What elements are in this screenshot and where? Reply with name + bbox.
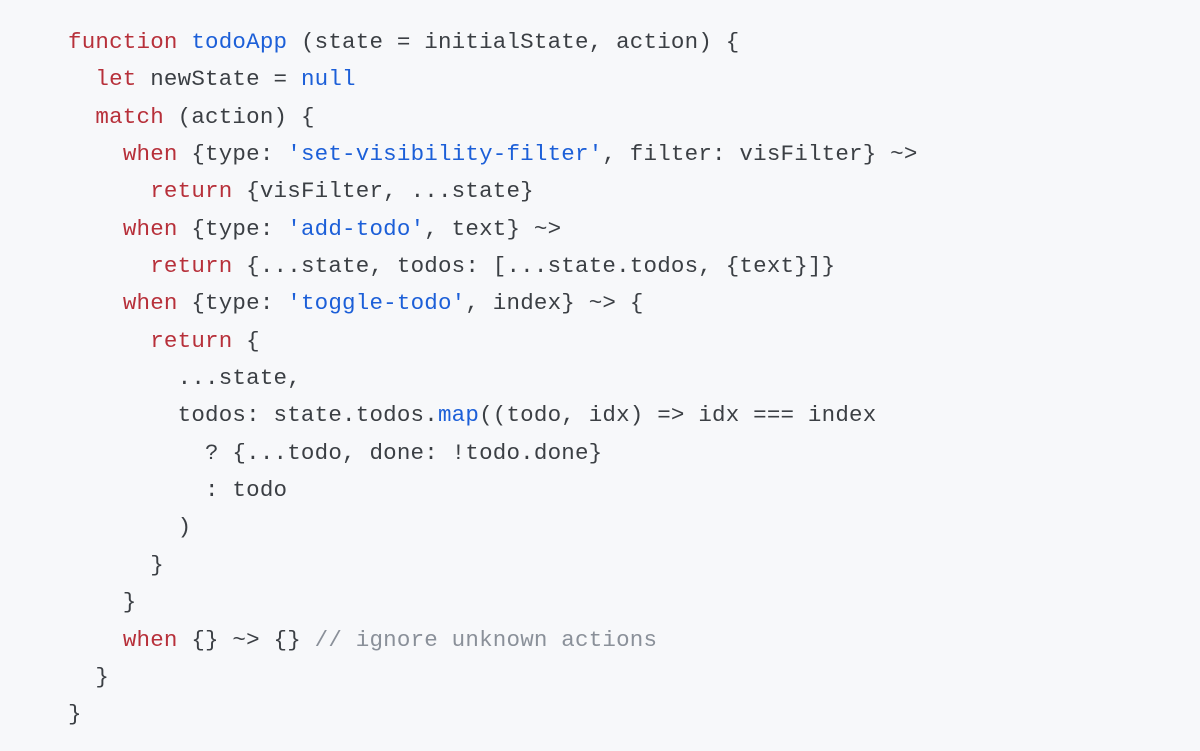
code-block: function todoApp (state = initialState, … <box>0 0 1200 734</box>
code-token: when <box>123 141 178 167</box>
code-line: when {type: 'add-todo', text} ~> <box>68 216 561 242</box>
code-token <box>68 178 150 204</box>
code-token <box>68 290 123 316</box>
code-line: return { <box>68 328 260 354</box>
code-token: { <box>232 328 259 354</box>
code-token <box>68 216 123 242</box>
code-token: {type: <box>178 141 288 167</box>
code-token: (state = initialState, action) { <box>287 29 739 55</box>
code-line: return {visFilter, ...state} <box>68 178 534 204</box>
code-line: } <box>68 664 109 690</box>
code-token: let <box>95 66 136 92</box>
code-token: newState = <box>137 66 301 92</box>
code-line: } <box>68 552 164 578</box>
code-token: null <box>301 66 356 92</box>
code-line: let newState = null <box>68 66 356 92</box>
code-token: } <box>68 701 82 727</box>
code-token: when <box>123 627 178 653</box>
code-line: when {type: 'toggle-todo', index} ~> { <box>68 290 644 316</box>
code-token: match <box>95 104 164 130</box>
code-token: (action) { <box>164 104 315 130</box>
code-token: ...state, <box>68 365 301 391</box>
code-token <box>68 328 150 354</box>
code-line: when {type: 'set-visibility-filter', fil… <box>68 141 918 167</box>
code-token: ) <box>68 514 191 540</box>
code-token <box>68 104 95 130</box>
code-token <box>68 66 95 92</box>
code-token: } <box>68 552 164 578</box>
code-line: return {...state, todos: [...state.todos… <box>68 253 835 279</box>
code-token: return <box>150 253 232 279</box>
code-token: {...state, todos: [...state.todos, {text… <box>232 253 835 279</box>
code-token: } <box>68 664 109 690</box>
code-line: ? {...todo, done: !todo.done} <box>68 440 602 466</box>
code-token: , text} ~> <box>424 216 561 242</box>
code-line: when {} ~> {} // ignore unknown actions <box>68 627 657 653</box>
code-line: todos: state.todos.map((todo, idx) => id… <box>68 402 876 428</box>
code-token: : todo <box>68 477 287 503</box>
code-token: ((todo, idx) => idx === index <box>479 402 876 428</box>
code-line: } <box>68 701 82 727</box>
code-token: {visFilter, ...state} <box>232 178 533 204</box>
code-token: 'add-todo' <box>287 216 424 242</box>
code-token: } <box>68 589 137 615</box>
code-token <box>68 141 123 167</box>
code-token: {} ~> {} <box>178 627 315 653</box>
code-line: } <box>68 589 137 615</box>
code-line: : todo <box>68 477 287 503</box>
code-token: return <box>150 178 232 204</box>
code-token: todos: state.todos. <box>68 402 438 428</box>
code-token: 'toggle-todo' <box>287 290 465 316</box>
code-token: , filter: visFilter} ~> <box>602 141 917 167</box>
code-line: ...state, <box>68 365 301 391</box>
code-line: function todoApp (state = initialState, … <box>68 29 739 55</box>
code-token: function <box>68 29 178 55</box>
code-token: // ignore unknown actions <box>315 627 658 653</box>
code-token: map <box>438 402 479 428</box>
code-token: when <box>123 290 178 316</box>
code-token: when <box>123 216 178 242</box>
code-token: {type: <box>178 290 288 316</box>
code-token: 'set-visibility-filter' <box>287 141 602 167</box>
code-token: ? {...todo, done: !todo.done} <box>68 440 602 466</box>
code-token <box>68 253 150 279</box>
code-line: ) <box>68 514 191 540</box>
code-line: match (action) { <box>68 104 315 130</box>
code-token <box>178 29 192 55</box>
code-token: return <box>150 328 232 354</box>
code-token <box>68 627 123 653</box>
code-token: {type: <box>178 216 288 242</box>
code-token: , index} ~> { <box>465 290 643 316</box>
code-token: todoApp <box>191 29 287 55</box>
